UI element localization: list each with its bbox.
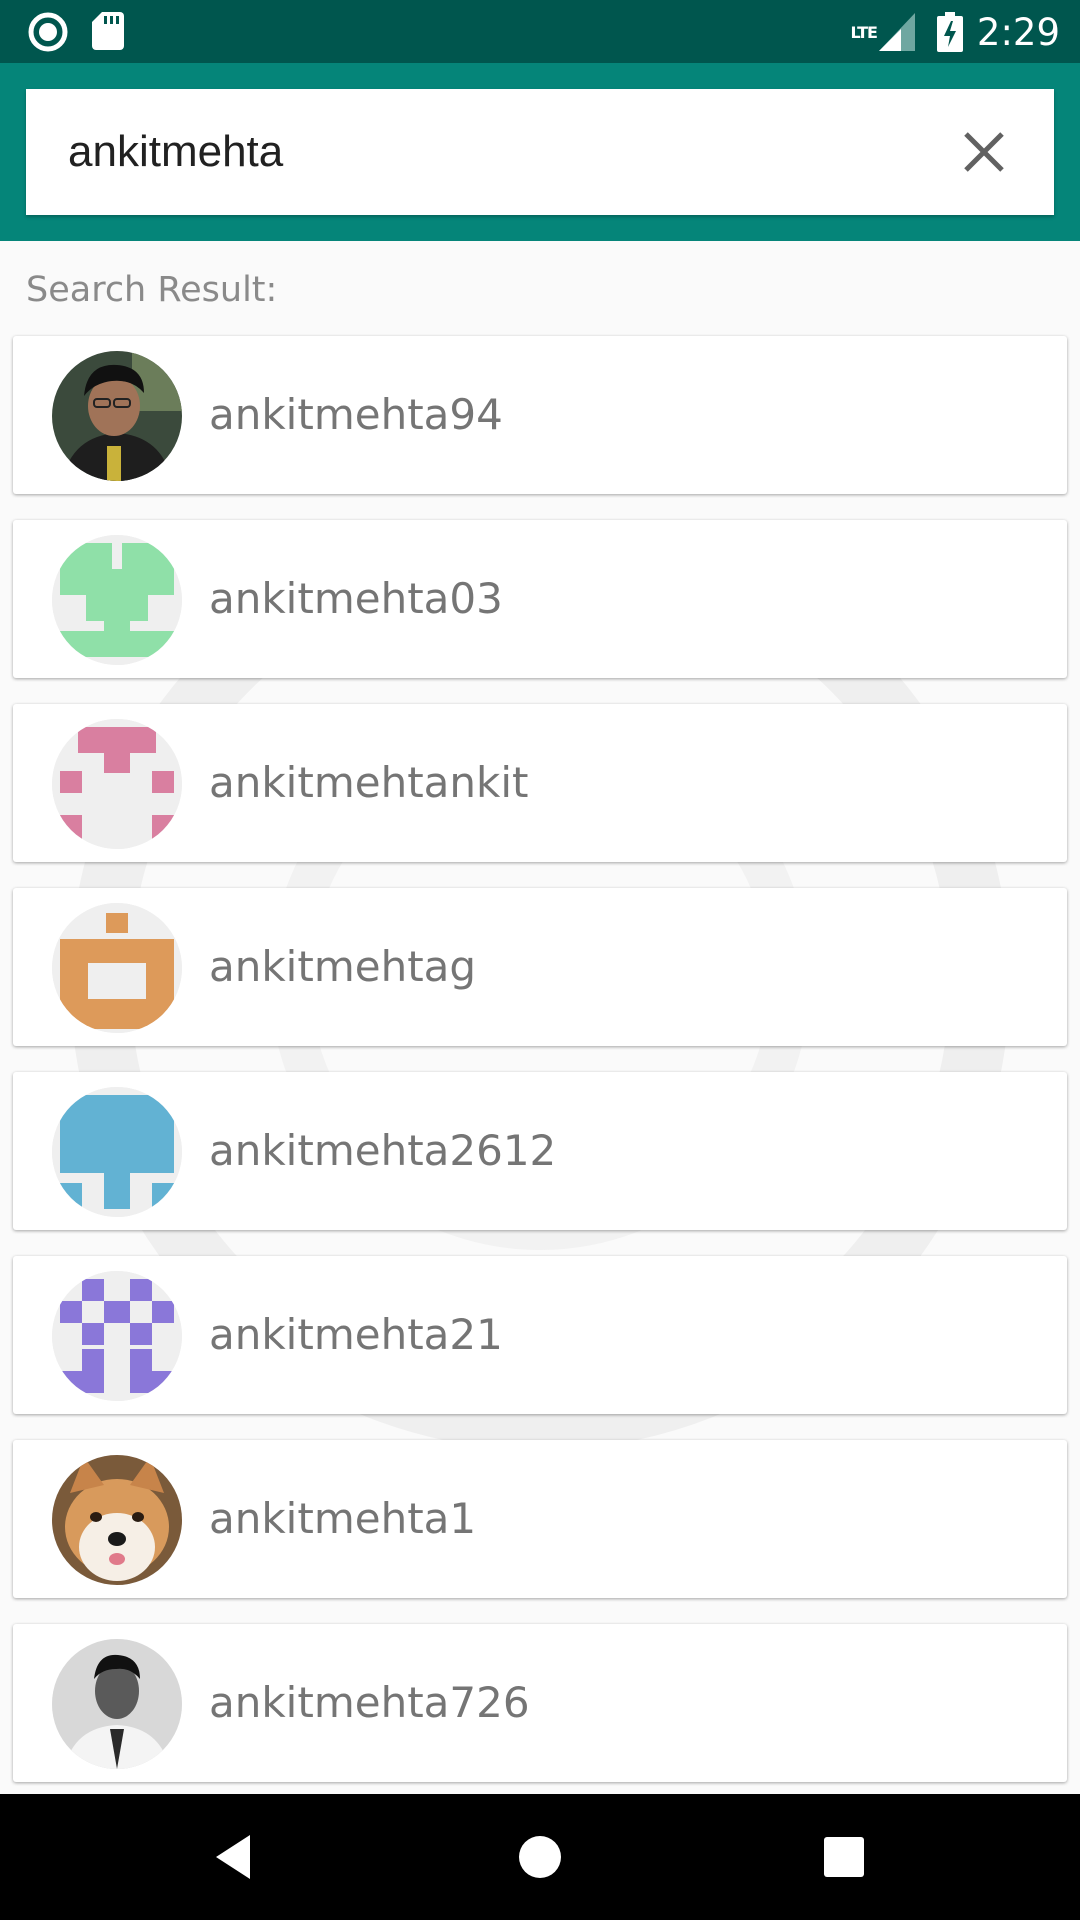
result-item[interactable]: ankitmehta94: [13, 336, 1067, 494]
result-item[interactable]: ankitmehtankit: [13, 704, 1067, 862]
lte-label: LTE: [850, 22, 878, 42]
identicon-avatar: [52, 535, 182, 665]
person-bw-photo-avatar: [52, 1639, 182, 1769]
identicon-avatar: [52, 1271, 182, 1401]
username: ankitmehta03: [209, 574, 503, 623]
username: ankitmehtag: [209, 942, 477, 991]
result-item[interactable]: ankitmehta1: [13, 1440, 1067, 1598]
battery-charging-icon: [936, 12, 963, 52]
username: ankitmehtankit: [209, 758, 529, 807]
navigation-bar: [0, 1794, 1080, 1920]
recents-button[interactable]: [814, 1827, 874, 1887]
result-item[interactable]: ankitmehta03: [13, 520, 1067, 678]
avatar: [52, 535, 182, 665]
app-bar: [0, 63, 1080, 241]
person-photo-avatar: [52, 351, 182, 481]
identicon-avatar: [52, 719, 182, 849]
clear-search-button[interactable]: [954, 122, 1014, 182]
home-icon: [519, 1836, 561, 1878]
record-icon: [28, 12, 68, 52]
identicon-avatar: [52, 903, 182, 1033]
username: ankitmehta726: [209, 1678, 530, 1727]
result-item[interactable]: ankitmehtag: [13, 888, 1067, 1046]
identicon-avatar: [52, 1087, 182, 1217]
username: ankitmehta1: [209, 1494, 477, 1543]
avatar: [52, 1271, 182, 1401]
avatar: [52, 719, 182, 849]
recents-icon: [824, 1837, 864, 1877]
search-input[interactable]: [68, 89, 928, 215]
back-icon: [216, 1835, 250, 1879]
result-item[interactable]: ankitmehta2612: [13, 1072, 1067, 1230]
result-item[interactable]: ankitmehta21: [13, 1256, 1067, 1414]
back-button[interactable]: [206, 1827, 266, 1887]
avatar: [52, 1455, 182, 1585]
username: ankitmehta94: [209, 390, 503, 439]
lte-signal-icon: [878, 13, 915, 51]
status-bar-right: LTE 2:29: [851, 8, 1060, 56]
shiba-dog-photo-avatar: [52, 1455, 182, 1585]
result-item[interactable]: ankitmehta726: [13, 1624, 1067, 1782]
close-icon: [964, 132, 1004, 172]
username: ankitmehta21: [209, 1310, 503, 1359]
sd-card-icon: [92, 12, 124, 50]
avatar: [52, 1639, 182, 1769]
avatar: [52, 1087, 182, 1217]
search-box: [26, 89, 1054, 215]
search-result-label: Search Result:: [26, 270, 278, 310]
avatar: [52, 351, 182, 481]
avatar: [52, 903, 182, 1033]
status-time: 2:29: [976, 10, 1060, 54]
status-bar: LTE 2:29: [0, 0, 1080, 63]
username: ankitmehta2612: [209, 1126, 557, 1175]
home-button[interactable]: [510, 1827, 570, 1887]
